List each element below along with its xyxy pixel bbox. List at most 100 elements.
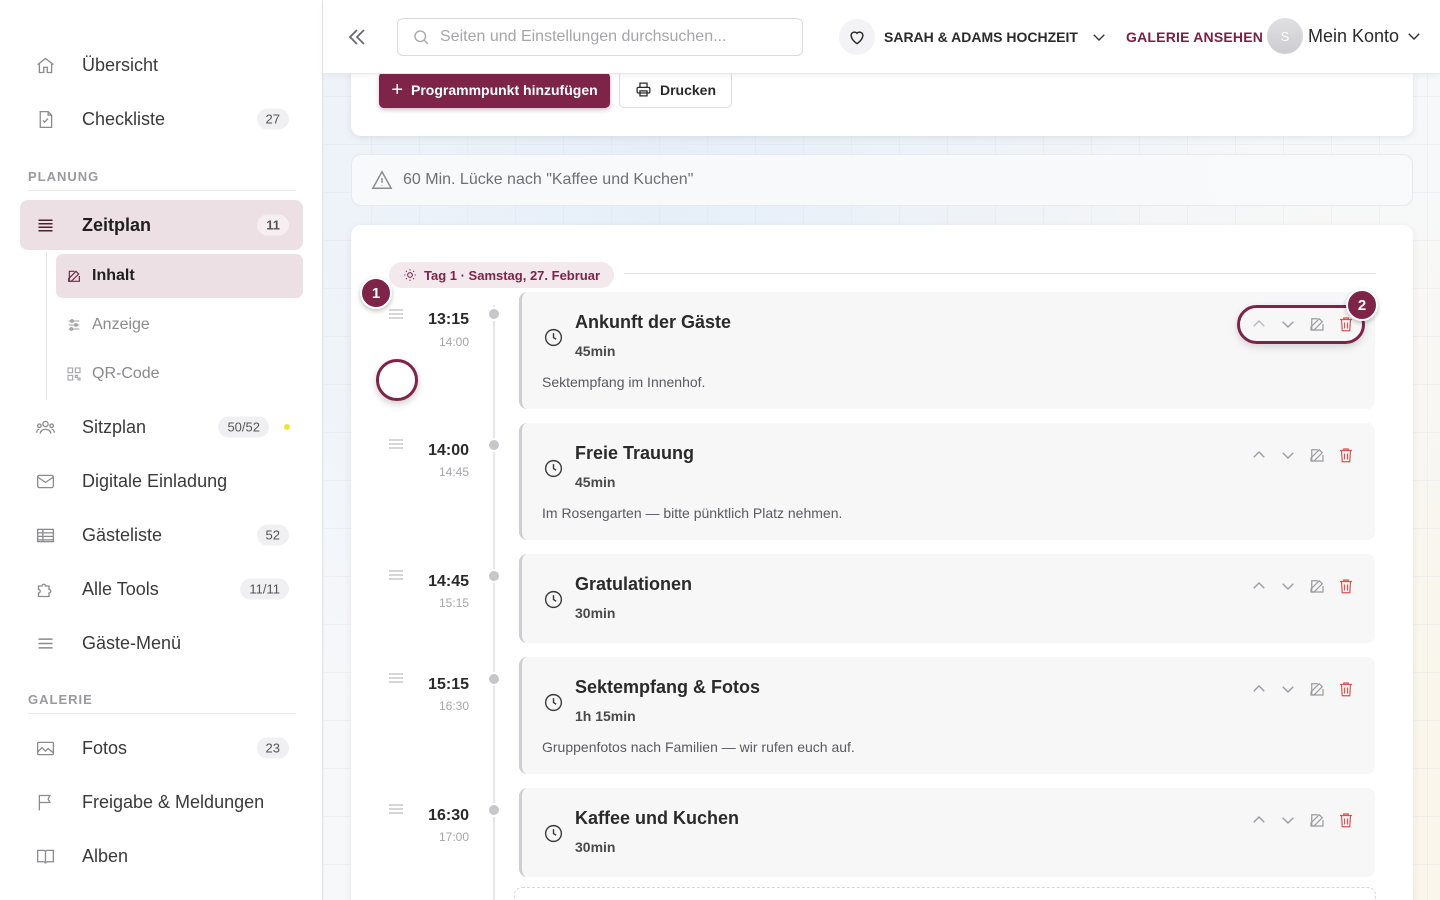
event-title: Freie Trauung: [575, 443, 695, 463]
edit-icon: [66, 268, 82, 284]
warning-icon: [371, 169, 393, 191]
menu-icon: [34, 632, 56, 654]
divider: [28, 713, 296, 714]
view-gallery-link[interactable]: GALERIE ANSEHEN: [1126, 29, 1263, 45]
edit-icon[interactable]: [1308, 577, 1326, 595]
topbar: Seiten und Einstellungen durchsuchen... …: [323, 0, 1440, 74]
submenu-line: [46, 252, 47, 400]
edit-icon[interactable]: [1308, 446, 1326, 464]
wedding-switcher[interactable]: SARAH & ADAMS HOCHZEIT: [839, 18, 1108, 56]
clock-icon: [543, 589, 564, 610]
drag-handle-icon[interactable]: [389, 570, 403, 580]
count-badge: 27: [256, 108, 289, 130]
delete-icon[interactable]: [1337, 811, 1355, 829]
sidebar-item-alben[interactable]: Alben: [20, 831, 303, 881]
clock-icon: [543, 692, 564, 713]
subitem-inhalt[interactable]: Inhalt: [56, 254, 303, 298]
status-dot: [284, 424, 290, 430]
subitem-qr-code[interactable]: QR-Code: [56, 352, 303, 396]
count-badge: 11: [257, 214, 289, 236]
sidebar-item-digitale-einladung[interactable]: Digitale Einladung: [20, 456, 303, 506]
users-icon: [34, 416, 56, 438]
sidebar-item-fotos[interactable]: Fotos 23: [20, 723, 303, 773]
search-icon: [412, 28, 430, 46]
end-time: 17:00: [438, 830, 469, 844]
printer-icon: [635, 81, 652, 98]
timeline-card: Tag 1 · Samstag, 27. Februar 13:15 14:00…: [351, 225, 1413, 900]
sidebar-item-gaeste-menue[interactable]: Gäste-Menü: [20, 618, 303, 668]
move-down-icon[interactable]: [1279, 680, 1297, 698]
drag-handle-icon[interactable]: [389, 309, 403, 319]
day-pill: Tag 1 · Samstag, 27. Februar: [389, 262, 615, 288]
start-time: 14:00: [428, 442, 469, 459]
clock-icon: [543, 458, 564, 479]
account-menu[interactable]: S Mein Konto: [1267, 18, 1423, 54]
sidebar-item-alle-tools[interactable]: Alle Tools 11/11: [20, 564, 303, 614]
count-badge: 50/52: [218, 416, 269, 438]
search-input[interactable]: Seiten und Einstellungen durchsuchen...: [397, 18, 803, 56]
home-icon: [34, 54, 56, 76]
sidebar-item-label: Übersicht: [82, 54, 159, 75]
event-duration: 45min: [575, 343, 616, 359]
heart-icon: [839, 19, 875, 55]
move-down-icon[interactable]: [1279, 577, 1297, 595]
end-time: 14:45: [438, 465, 469, 479]
drag-handle-icon[interactable]: [389, 439, 403, 449]
day-label: Tag 1 · Samstag, 27. Februar: [424, 267, 601, 283]
event-actions: [1250, 577, 1355, 595]
sidebar-item-label: Gästeliste: [82, 524, 163, 545]
checklist-icon: [34, 108, 56, 130]
move-down-icon[interactable]: [1279, 446, 1297, 464]
event-title: Sektempfang & Fotos: [575, 677, 761, 697]
move-up-icon[interactable]: [1250, 577, 1268, 595]
sidebar-item-label: Sitzplan: [82, 416, 147, 437]
move-up-icon[interactable]: [1250, 811, 1268, 829]
sidebar-item-label: Alben: [82, 845, 129, 866]
move-up-icon[interactable]: [1250, 446, 1268, 464]
sidebar-item-label: Checkliste: [82, 108, 166, 129]
sidebar-item-sitzplan[interactable]: Sitzplan 50/52: [20, 402, 303, 452]
sidebar-item-freigabe[interactable]: Freigabe & Meldungen: [20, 777, 303, 827]
sidebar-item-checkliste[interactable]: Checkliste 27: [20, 94, 303, 144]
sidebar-item-uebersicht[interactable]: Übersicht: [20, 40, 303, 90]
collapse-sidebar-icon[interactable]: [345, 25, 369, 49]
start-time: 16:30: [428, 807, 469, 824]
move-down-icon[interactable]: [1279, 811, 1297, 829]
start-time: 15:15: [428, 676, 469, 693]
delete-icon[interactable]: [1337, 446, 1355, 464]
event-card[interactable]: Kaffee und Kuchen 30min: [519, 788, 1375, 877]
gap-warning: 60 Min. Lücke nach "Kaffee und Kuchen": [351, 154, 1413, 206]
step-marker-1: 1: [360, 277, 392, 309]
event-card[interactable]: Gratulationen 30min: [519, 554, 1375, 643]
event-card[interactable]: Sektempfang & Fotos 1h 15min Gruppenfoto…: [519, 657, 1375, 774]
sidebar-item-label: Freigabe & Meldungen: [82, 791, 265, 812]
event-duration: 1h 15min: [575, 708, 636, 724]
event-card[interactable]: Freie Trauung 45min Im Rosengarten — bit…: [519, 423, 1375, 540]
sidebar: Übersicht Checkliste 27 PLANUNG Zeitplan…: [0, 0, 323, 900]
warning-text: 60 Min. Lücke nach "Kaffee und Kuchen": [403, 171, 694, 188]
event-description: Sektempfang im Innenhof.: [542, 374, 706, 390]
delete-icon[interactable]: [1337, 577, 1355, 595]
subitem-label: QR-Code: [92, 365, 160, 382]
sidebar-item-zeitplan[interactable]: Zeitplan 11: [20, 200, 303, 250]
sidebar-item-label: Digitale Einladung: [82, 470, 228, 491]
highlight-ring: [376, 359, 418, 401]
drag-handle-icon[interactable]: [389, 804, 403, 814]
edit-icon[interactable]: [1308, 680, 1326, 698]
section-label-galerie: GALERIE: [28, 692, 93, 707]
subitem-anzeige[interactable]: Anzeige: [56, 303, 303, 347]
sidebar-item-gaesteliste[interactable]: Gästeliste 52: [20, 510, 303, 560]
print-button[interactable]: Drucken: [619, 71, 732, 108]
event-title: Gratulationen: [575, 574, 693, 594]
drag-handle-icon[interactable]: [389, 673, 403, 683]
event-actions: [1250, 811, 1355, 829]
account-label: Mein Konto: [1308, 25, 1400, 46]
avatar: S: [1267, 18, 1303, 54]
edit-icon[interactable]: [1308, 811, 1326, 829]
delete-icon[interactable]: [1337, 680, 1355, 698]
event-actions: [1250, 680, 1355, 698]
book-icon: [34, 845, 56, 867]
add-program-item-button[interactable]: + Programmpunkt hinzufügen: [379, 72, 610, 108]
move-up-icon[interactable]: [1250, 680, 1268, 698]
start-time: 13:15: [428, 311, 469, 328]
